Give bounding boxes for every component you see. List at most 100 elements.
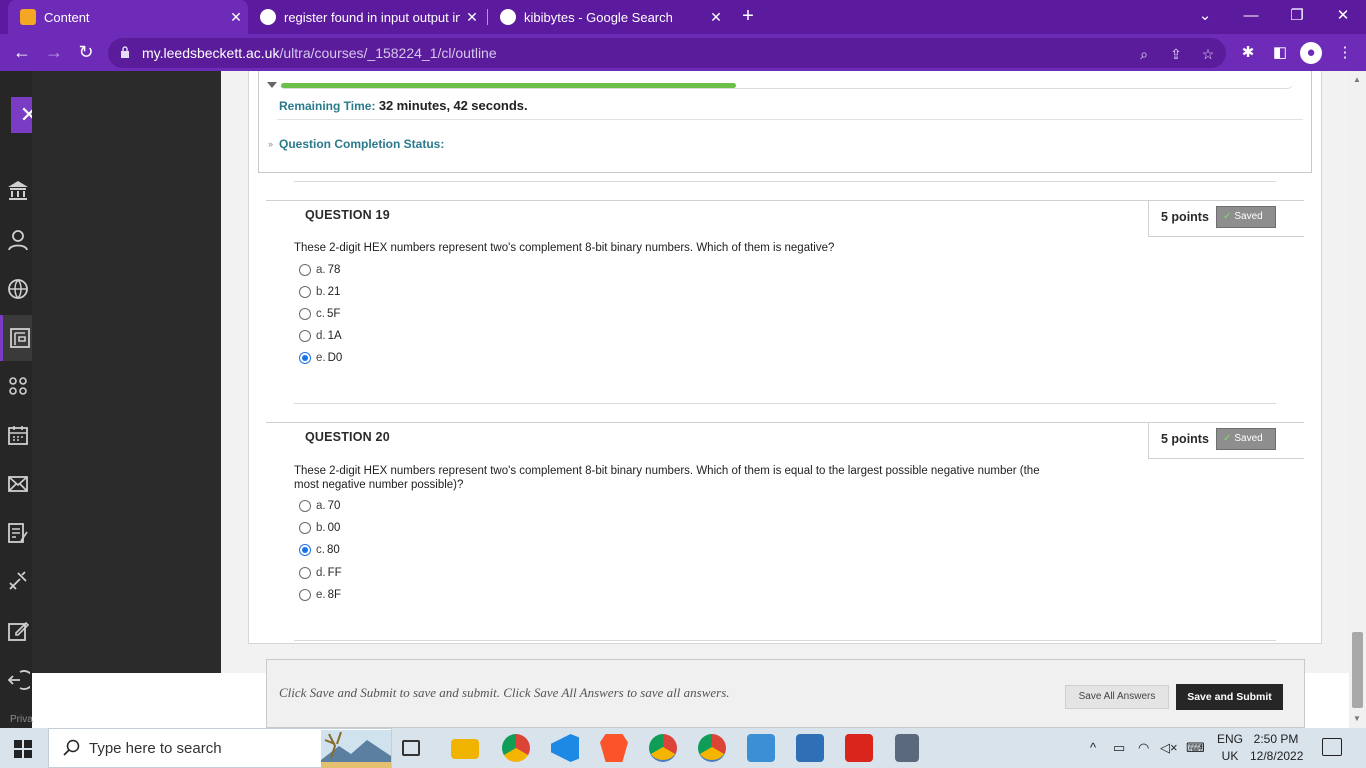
courses-icon	[10, 328, 30, 348]
option-value: 80	[326, 544, 340, 556]
close-tab-icon[interactable]: ✕	[224, 9, 248, 26]
radio-button[interactable]	[299, 500, 311, 512]
tab-content[interactable]: Content ✕	[8, 0, 248, 34]
chrome-active-icon[interactable]	[698, 734, 726, 762]
question-completion-status[interactable]: Question Completion Status:	[279, 137, 444, 151]
notification-center-icon[interactable]	[1322, 738, 1342, 756]
volume-muted-icon[interactable]: ◁×	[1160, 740, 1178, 756]
bookmark-star-icon[interactable]: ☆	[1198, 44, 1218, 64]
chrome-profile-icon[interactable]	[649, 734, 677, 762]
windows-start-icon[interactable]	[14, 740, 32, 758]
menu-icon[interactable]: ⋮	[1334, 42, 1356, 64]
lock-icon	[121, 46, 129, 58]
privacy-link[interactable]: Priva	[10, 714, 33, 725]
minimize-button[interactable]: —	[1228, 0, 1274, 34]
blackboard-icon	[20, 9, 36, 25]
option-e[interactable]: e. 8F	[299, 587, 341, 603]
organizations-icon[interactable]	[6, 374, 30, 398]
courses-nav-item[interactable]	[0, 315, 32, 361]
question-points: 5 points	[1161, 432, 1209, 446]
radio-button[interactable]	[299, 567, 311, 579]
radio-button[interactable]	[299, 522, 311, 534]
seconds-word: seconds.	[471, 98, 528, 113]
institution-icon[interactable]	[6, 178, 30, 202]
radio-button[interactable]	[299, 286, 311, 298]
option-e[interactable]: e. D0	[299, 350, 342, 366]
photos-icon[interactable]	[796, 734, 824, 762]
tab-kibibytes[interactable]: kibibytes - Google Search ✕	[488, 0, 728, 34]
radio-button-selected[interactable]	[299, 352, 311, 364]
brave-icon[interactable]	[600, 734, 628, 762]
close-window-button[interactable]: ✕	[1320, 0, 1366, 34]
option-a[interactable]: a. 70	[299, 498, 340, 514]
close-tab-icon[interactable]: ✕	[460, 9, 484, 26]
radio-button[interactable]	[299, 264, 311, 276]
saved-badge: ✓ Saved	[1216, 206, 1276, 228]
save-all-answers-button[interactable]: Save All Answers	[1065, 685, 1169, 709]
scroll-up-icon[interactable]: ▲	[1353, 75, 1361, 84]
acrobat-icon[interactable]	[845, 734, 873, 762]
vscode-icon[interactable]	[551, 734, 579, 762]
question-20: QUESTION 20 5 points ✓ Saved These 2-digi…	[266, 422, 1304, 637]
grades-icon[interactable]	[6, 521, 30, 545]
page-scrollbar[interactable]: ▲ ▼	[1349, 71, 1366, 728]
tools-icon[interactable]	[6, 569, 30, 593]
edit-icon[interactable]	[6, 619, 30, 643]
file-explorer-icon[interactable]	[451, 739, 479, 759]
system-clock[interactable]: 2:50 PM 12/8/2022	[1250, 731, 1304, 765]
expand-chevron-icon[interactable]: »	[268, 139, 273, 149]
scroll-thumb[interactable]	[1352, 632, 1363, 708]
calendar-icon[interactable]	[6, 423, 30, 447]
profile-icon[interactable]	[6, 228, 30, 252]
scroll-down-icon[interactable]: ▼	[1353, 714, 1361, 723]
option-b[interactable]: b. 21	[299, 284, 340, 300]
clock-date: 12/8/2022	[1250, 749, 1304, 763]
restore-button[interactable]: ❐	[1274, 0, 1320, 34]
option-letter: b.	[316, 522, 326, 534]
option-letter: e.	[316, 352, 326, 364]
task-view-icon[interactable]	[402, 740, 420, 756]
activity-stream-icon[interactable]	[6, 277, 30, 301]
option-d[interactable]: d. 1A	[299, 328, 342, 344]
messages-icon[interactable]	[6, 472, 30, 496]
option-b[interactable]: b. 00	[299, 520, 340, 536]
calculator-icon[interactable]	[895, 734, 919, 762]
zoom-icon[interactable]: ⌕	[1134, 44, 1154, 64]
wifi-icon[interactable]: ◠	[1138, 740, 1149, 756]
new-tab-button[interactable]: +	[736, 5, 760, 29]
sign-out-icon[interactable]	[6, 668, 30, 692]
option-d[interactable]: d. FF	[299, 565, 342, 581]
taskbar-search[interactable]: Type here to search	[48, 728, 392, 768]
tab-search-icon[interactable]: ⌄	[1182, 0, 1228, 34]
option-c[interactable]: c. 80	[299, 542, 340, 558]
forward-button[interactable]: →	[40, 39, 68, 67]
option-c[interactable]: c. 5F	[299, 306, 340, 322]
tab-register[interactable]: register found in input output int ✕	[248, 0, 484, 34]
radio-button-selected[interactable]	[299, 544, 311, 556]
windows-taskbar: Type here to search ^ ▭ ◠ ◁× ⌨ ENG UK 2:…	[0, 728, 1366, 768]
collapse-triangle-icon[interactable]	[267, 82, 277, 88]
extensions-icon[interactable]: ✱	[1237, 42, 1259, 64]
show-hidden-icons[interactable]: ^	[1090, 740, 1096, 755]
profile-avatar[interactable]: ●	[1300, 42, 1322, 64]
close-tab-icon[interactable]: ✕	[704, 9, 728, 26]
control-panel-icon[interactable]	[747, 734, 775, 762]
radio-button[interactable]	[299, 308, 311, 320]
side-panel-icon[interactable]: ◧	[1269, 42, 1291, 64]
back-button[interactable]: ←	[8, 39, 36, 67]
save-and-submit-button[interactable]: Save and Submit	[1176, 684, 1283, 710]
remaining-time-label: Remaining Time:	[279, 99, 376, 113]
option-a[interactable]: a. 78	[299, 262, 340, 278]
keyboard-icon[interactable]: ⌨	[1186, 740, 1205, 756]
option-letter: a.	[316, 500, 326, 512]
language-indicator[interactable]: ENG UK	[1212, 731, 1248, 765]
chrome-icon[interactable]	[502, 734, 530, 762]
reload-button[interactable]: ↻	[72, 39, 100, 67]
remaining-time: Remaining Time: 32 minutes, 42 seconds.	[279, 98, 528, 113]
radio-button[interactable]	[299, 589, 311, 601]
share-icon[interactable]: ⇪	[1166, 44, 1186, 64]
address-bar[interactable]: my.leedsbeckett.ac.uk/ultra/courses/_158…	[108, 38, 1226, 68]
battery-icon[interactable]: ▭	[1113, 740, 1125, 756]
question-19: QUESTION 19 5 points ✓ Saved These 2-digi…	[266, 200, 1304, 400]
radio-button[interactable]	[299, 330, 311, 342]
